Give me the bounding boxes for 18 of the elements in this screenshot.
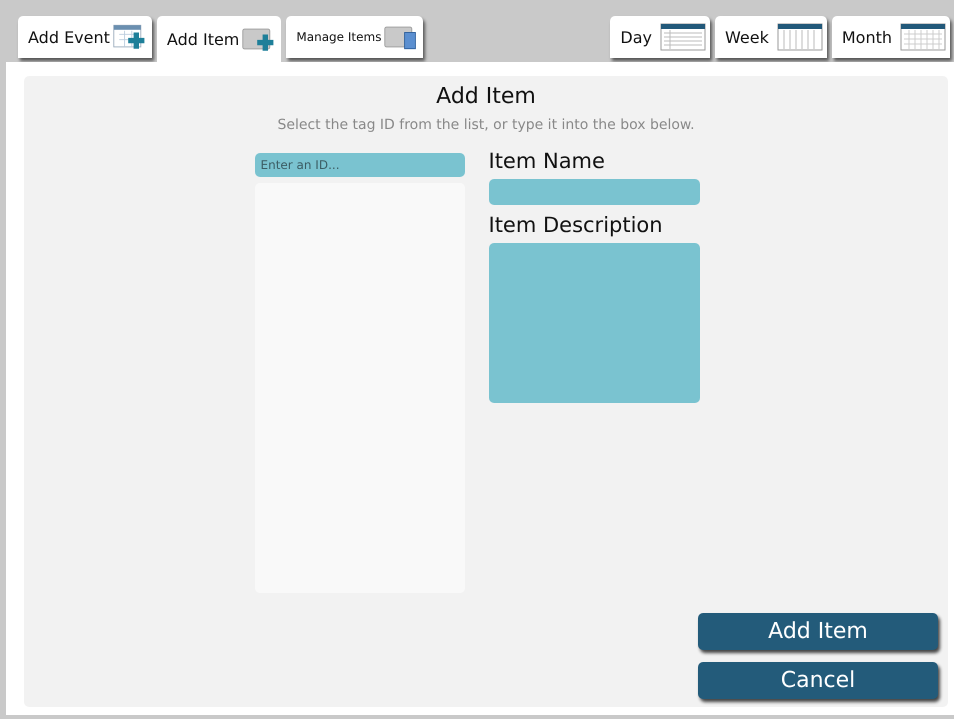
calendar-icon <box>776 23 823 51</box>
view-tab[interactable]: Day <box>610 16 710 58</box>
field-label: Item Name <box>488 149 606 173</box>
view-tab[interactable]: Week <box>715 16 827 58</box>
field-label: Item Description <box>488 213 664 237</box>
name-field[interactable] <box>488 179 700 205</box>
instructions: Select the tag ID from the list, or type it into the box below. <box>277 117 695 133</box>
calendar-icon <box>900 23 946 51</box>
id-field[interactable]: Enter an ID... <box>254 153 464 177</box>
tab[interactable]: Add Event <box>18 16 152 58</box>
view-tab[interactable]: Month <box>832 16 950 58</box>
description-field[interactable] <box>488 243 700 403</box>
action-button[interactable]: Add Item <box>698 613 938 650</box>
action-button[interactable]: Cancel <box>698 662 938 699</box>
tab[interactable]: Add Item <box>156 16 282 62</box>
tab[interactable]: Manage Items <box>286 16 424 58</box>
form-title: Add Item <box>436 84 536 109</box>
calendar-icon <box>660 23 706 51</box>
